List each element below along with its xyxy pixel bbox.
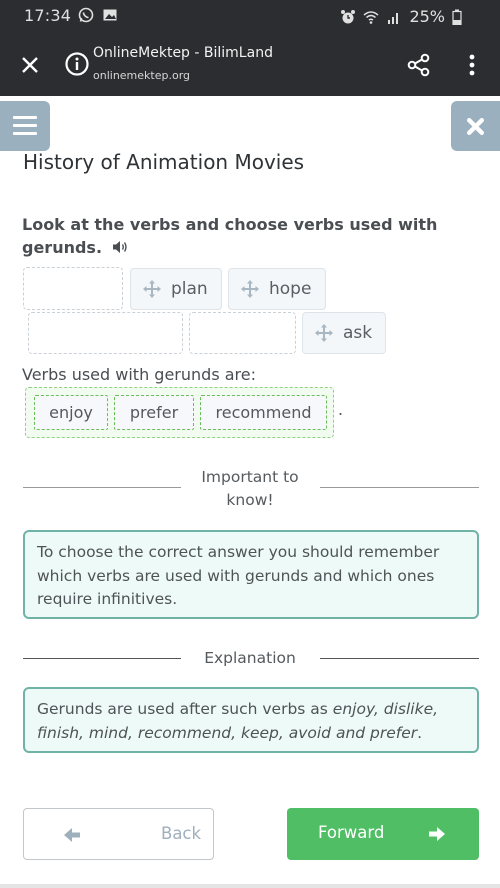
answer-chip-prefer[interactable]: prefer: [114, 395, 194, 430]
forward-button[interactable]: Forward: [287, 808, 479, 860]
empty-drop-slot[interactable]: [28, 312, 183, 354]
move-icon: [143, 280, 161, 298]
answer-label: Verbs used with gerunds are:: [22, 365, 256, 384]
divider-line: [320, 487, 479, 488]
draggable-chip-ask[interactable]: ask: [302, 312, 386, 354]
close-icon: [466, 117, 485, 136]
close-tab-button[interactable]: [16, 51, 44, 79]
draggable-chip-hope[interactable]: hope: [228, 268, 326, 310]
bottom-edge: [0, 884, 500, 888]
move-icon: [241, 280, 259, 298]
arrow-left-icon: [64, 828, 80, 842]
alarm-icon: [341, 9, 356, 23]
hamburger-icon: [13, 116, 37, 119]
empty-drop-slot[interactable]: [189, 312, 296, 354]
wifi-icon: [363, 10, 379, 24]
speaker-icon[interactable]: [112, 240, 130, 254]
divider-line: [23, 487, 181, 488]
empty-drop-slot[interactable]: [23, 267, 123, 310]
page-title: History of Animation Movies: [23, 150, 305, 174]
arrow-right-icon: [429, 827, 445, 841]
more-options-icon[interactable]: [462, 51, 482, 79]
draggable-chip-plan[interactable]: plan: [130, 268, 222, 310]
page-tab-title: OnlineMektep - BilimLand: [93, 45, 273, 61]
question-text: Look at the verbs and choose verbs used …: [22, 215, 438, 257]
signal-icon: [388, 12, 399, 24]
browser-toolbar: OnlineMektep - BilimLand onlinemektep.or…: [0, 33, 500, 96]
url-text[interactable]: onlinemektep.org: [93, 69, 190, 82]
image-icon: [103, 9, 117, 21]
move-icon: [315, 324, 333, 342]
battery-icon: [452, 9, 462, 25]
explanation-heading: Explanation: [204, 649, 296, 667]
status-bar: 17:34 25%: [0, 0, 500, 33]
status-time: 17:34: [24, 6, 72, 25]
close-lesson-button[interactable]: [451, 101, 500, 151]
battery-percent: 25%: [409, 7, 445, 26]
answer-suffix: .: [338, 400, 344, 419]
important-heading: Important to know!: [201, 468, 299, 509]
explanation-note: Gerunds are used after such verbs as enj…: [23, 687, 479, 753]
divider-line: [23, 658, 181, 659]
important-note: To choose the correct answer you should …: [23, 530, 479, 619]
share-icon[interactable]: [405, 51, 433, 79]
site-info-icon[interactable]: [64, 51, 90, 77]
divider-line: [320, 658, 479, 659]
hamburger-menu-button[interactable]: [0, 101, 50, 151]
answer-chip-enjoy[interactable]: enjoy: [34, 395, 108, 430]
answer-drop-zone[interactable]: enjoy prefer recommend: [25, 387, 334, 438]
answer-chip-recommend[interactable]: recommend: [200, 395, 327, 430]
whatsapp-icon: [78, 7, 94, 23]
back-button[interactable]: Back: [23, 808, 214, 860]
